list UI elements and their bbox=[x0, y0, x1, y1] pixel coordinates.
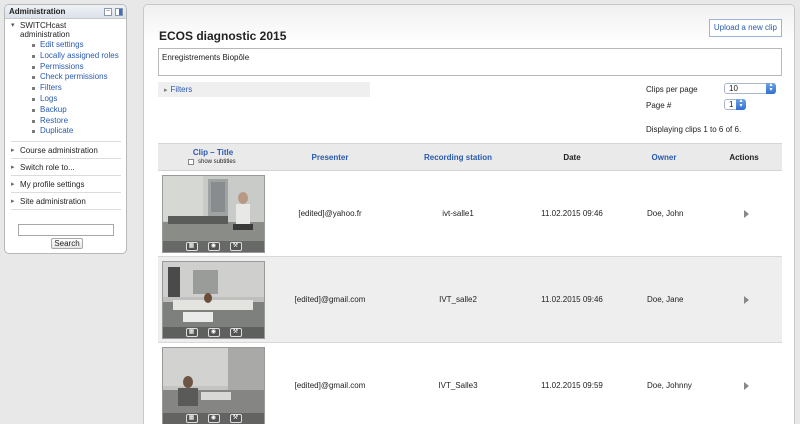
menu-item-edit-settings[interactable]: Edit settings bbox=[40, 40, 84, 49]
category-label: Course administration bbox=[20, 145, 98, 155]
zoom-icon[interactable]: ◉ bbox=[207, 414, 220, 423]
page-number-label: Page # bbox=[646, 101, 672, 110]
show-subtitles-label: show subtitles bbox=[198, 159, 236, 165]
table-row: ▦ ◉ ⚒ [edited]@gmail.com IVT_salle2 11.0… bbox=[158, 257, 782, 343]
category-site-administration[interactable]: ▸ Site administration bbox=[11, 193, 121, 211]
filters-toggle[interactable]: ▸ Filters bbox=[158, 82, 370, 97]
cell-presenter: [edited]@gmail.com bbox=[294, 295, 366, 304]
wrench-icon[interactable]: ⚒ bbox=[229, 242, 242, 251]
filters-label: Filters bbox=[170, 85, 193, 94]
tree-node-switchcast[interactable]: ▾ SWITCHcast administration bbox=[11, 21, 126, 39]
col-actions: Actions bbox=[729, 153, 759, 162]
cell-date: 11.02.2015 09:59 bbox=[541, 381, 603, 390]
expanded-arrow-icon: ▾ bbox=[11, 22, 15, 29]
actions-arrow-icon[interactable] bbox=[744, 210, 749, 218]
col-clip-title[interactable]: Clip – Title bbox=[193, 148, 233, 157]
cell-owner: Doe, Jane bbox=[647, 295, 684, 304]
description-box: Enregistrements Biopôle bbox=[158, 48, 782, 76]
collapsed-arrow-icon: ▸ bbox=[11, 181, 15, 189]
switchcast-menu: Edit settings Locally assigned roles Per… bbox=[11, 40, 126, 137]
clips-per-page-value: 10 bbox=[729, 84, 738, 93]
thumbnail-toolbar: ▦ ◉ ⚒ bbox=[163, 413, 264, 424]
col-owner[interactable]: Owner bbox=[652, 153, 677, 162]
zoom-icon[interactable]: ◉ bbox=[207, 328, 220, 337]
show-subtitles-checkbox[interactable] bbox=[188, 159, 194, 165]
block-title: Administration bbox=[9, 7, 66, 16]
clips-per-page-label: Clips per page bbox=[646, 85, 698, 94]
actions-arrow-icon[interactable] bbox=[744, 296, 749, 304]
menu-item-filters[interactable]: Filters bbox=[40, 83, 62, 92]
actions-arrow-icon[interactable] bbox=[744, 382, 749, 390]
search-button[interactable]: Search bbox=[51, 238, 83, 249]
block-header: Administration − bbox=[5, 5, 126, 19]
dock-icon[interactable] bbox=[115, 7, 123, 16]
menu-item-duplicate[interactable]: Duplicate bbox=[40, 126, 73, 135]
category-course-administration[interactable]: ▸ Course administration bbox=[11, 142, 121, 160]
collapsed-arrow-icon: ▸ bbox=[11, 164, 15, 172]
film-icon[interactable]: ▦ bbox=[185, 328, 198, 337]
col-presenter[interactable]: Presenter bbox=[312, 153, 349, 162]
upload-clip-button[interactable]: Upload a new clip bbox=[708, 19, 782, 37]
menu-item-check-permissions[interactable]: Check permissions bbox=[40, 72, 108, 81]
administration-block: Administration − ▾ SWITCHcast administra… bbox=[4, 4, 127, 254]
menu-item-locally-assigned-roles[interactable]: Locally assigned roles bbox=[40, 51, 119, 60]
clip-thumbnail[interactable]: ▦ ◉ ⚒ bbox=[162, 175, 265, 253]
select-arrows-icon: ▴ ▾ bbox=[766, 82, 776, 94]
cell-station: IVT_salle2 bbox=[439, 295, 477, 304]
cell-date: 11.02.2015 09:46 bbox=[541, 295, 603, 304]
zoom-icon[interactable]: ◉ bbox=[207, 242, 220, 251]
clip-thumbnail[interactable]: ▦ ◉ ⚒ bbox=[162, 261, 265, 339]
table-row: ▦ ◉ ⚒ [edited]@gmail.com IVT_Salle3 11.0… bbox=[158, 343, 782, 424]
cell-presenter: [edited]@yahoo.fr bbox=[298, 209, 362, 218]
thumbnail-toolbar: ▦ ◉ ⚒ bbox=[163, 241, 264, 252]
col-date: Date bbox=[563, 153, 581, 162]
collapsed-arrow-icon: ▸ bbox=[11, 147, 15, 155]
select-arrows-icon: ▴ ▾ bbox=[736, 98, 746, 110]
displaying-count: Displaying clips 1 to 6 of 6. bbox=[646, 125, 742, 134]
collapsed-arrow-icon: ▸ bbox=[11, 198, 15, 206]
collapse-icon[interactable]: − bbox=[104, 7, 112, 16]
page-number-value: 1 bbox=[729, 100, 734, 109]
cell-owner: Doe, John bbox=[647, 209, 684, 218]
category-label: My profile settings bbox=[20, 179, 85, 189]
thumbnail-toolbar: ▦ ◉ ⚒ bbox=[163, 327, 264, 338]
table-row: ▦ ◉ ⚒ [edited]@yahoo.fr ivt-salle1 11.02… bbox=[158, 171, 782, 257]
category-label: Switch role to... bbox=[20, 162, 75, 172]
wrench-icon[interactable]: ⚒ bbox=[229, 414, 242, 423]
category-label: Site administration bbox=[20, 196, 86, 206]
menu-item-restore[interactable]: Restore bbox=[40, 116, 68, 125]
wrench-icon[interactable]: ⚒ bbox=[229, 328, 242, 337]
collapsed-arrow-icon: ▸ bbox=[164, 86, 168, 94]
admin-tree: ▾ SWITCHcast administration Edit setting… bbox=[5, 19, 126, 211]
show-subtitles-toggle[interactable]: show subtitles bbox=[188, 159, 236, 165]
main-panel: ECOS diagnostic 2015 Upload a new clip E… bbox=[143, 4, 795, 424]
film-icon[interactable]: ▦ bbox=[185, 242, 198, 251]
category-my-profile-settings[interactable]: ▸ My profile settings bbox=[11, 176, 121, 194]
clips-table: Clip – Title show subtitles Presenter Re… bbox=[158, 143, 782, 424]
menu-item-logs[interactable]: Logs bbox=[40, 94, 57, 103]
admin-search-input[interactable] bbox=[18, 224, 114, 236]
col-recording-station[interactable]: Recording station bbox=[424, 153, 492, 162]
film-icon[interactable]: ▦ bbox=[185, 414, 198, 423]
page-number-select[interactable]: 1 ▴ ▾ bbox=[724, 98, 746, 110]
table-header: Clip – Title show subtitles Presenter Re… bbox=[158, 143, 782, 171]
menu-item-permissions[interactable]: Permissions bbox=[40, 62, 84, 71]
clip-thumbnail[interactable]: ▦ ◉ ⚒ bbox=[162, 347, 265, 424]
category-switch-role[interactable]: ▸ Switch role to... bbox=[11, 159, 121, 177]
cell-owner: Doe, Johnny bbox=[647, 381, 692, 390]
menu-item-backup[interactable]: Backup bbox=[40, 105, 67, 114]
clips-per-page-select[interactable]: 10 ▴ ▾ bbox=[724, 82, 776, 94]
cell-station: IVT_Salle3 bbox=[438, 381, 478, 390]
tree-root-label: SWITCHcast administration bbox=[20, 21, 70, 39]
cell-date: 11.02.2015 09:46 bbox=[541, 209, 603, 218]
cell-presenter: [edited]@gmail.com bbox=[294, 381, 366, 390]
page-title: ECOS diagnostic 2015 bbox=[159, 29, 287, 43]
cell-station: ivt-salle1 bbox=[442, 209, 474, 218]
